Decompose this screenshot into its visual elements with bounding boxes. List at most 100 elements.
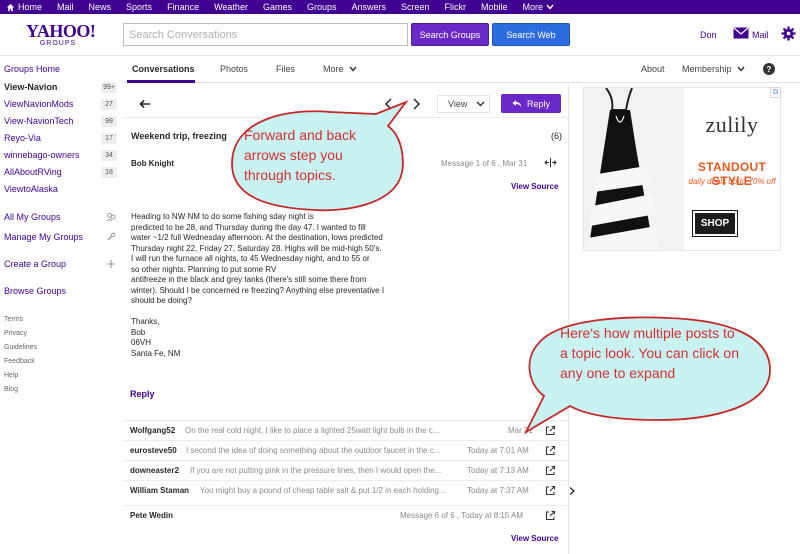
tab-files[interactable]: Files: [276, 64, 295, 74]
top-nav: Home Mail News Sports Finance Weather Ga…: [0, 0, 800, 14]
topnav-more-label: More: [522, 2, 544, 12]
post-author: eurosteve50: [130, 446, 177, 455]
share-icon[interactable]: [545, 510, 556, 521]
post-row[interactable]: William Staman You might buy a pound of …: [123, 480, 568, 500]
mail-link[interactable]: Mail: [752, 30, 769, 40]
post-time: Message 6 of 6 , Today at 8:15 AM: [400, 511, 524, 520]
share-icon[interactable]: [545, 445, 556, 456]
footer-link-feedback[interactable]: Feedback: [4, 358, 35, 365]
gear-icon[interactable]: [781, 26, 796, 41]
view-dropdown[interactable]: View: [437, 95, 490, 113]
reply-button[interactable]: Reply: [501, 94, 561, 113]
reply-link[interactable]: Reply: [130, 389, 155, 399]
post-author: William Staman: [130, 486, 190, 495]
chevron-down-icon: [546, 4, 554, 10]
topnav-groups[interactable]: Groups: [300, 0, 345, 14]
groups-icon: [106, 213, 116, 222]
footer-link-help[interactable]: Help: [4, 372, 18, 379]
topnav-flickr[interactable]: Flickr: [438, 0, 475, 14]
post-author: downeaster2: [130, 466, 179, 475]
sidebar-group-viewnavionmods[interactable]: ViewNavionMods: [4, 99, 73, 109]
share-icon[interactable]: [545, 485, 556, 496]
post-row[interactable]: eurosteve50 I second the idea of doing s…: [123, 440, 568, 460]
topnav-mail[interactable]: Mail: [50, 0, 82, 14]
callout-nav-text: Forward and back arrows step you through…: [244, 127, 357, 183]
zulily-ad[interactable]: zulily STANDOUT STYLE daily deals up to …: [583, 87, 781, 251]
post-time: Today at 7:37 AM: [467, 486, 529, 495]
group-count-badge: 18: [101, 167, 117, 178]
chevron-down-icon: [476, 101, 485, 107]
back-arrow-icon[interactable]: [139, 99, 151, 109]
sidebar-group-view-navion[interactable]: View-Navion: [4, 82, 57, 92]
post-author: Wolfgang52: [130, 426, 176, 435]
message-body: Heading to NW NM to do some fishing sday…: [131, 212, 385, 358]
view-source-link[interactable]: View Source: [511, 534, 558, 543]
sidebar-group-allaboutrving[interactable]: AllAboutRVing: [4, 167, 62, 177]
topnav-more[interactable]: More: [516, 0, 563, 14]
dress-image: [584, 88, 684, 250]
expand-icon[interactable]: [544, 157, 557, 168]
post-row[interactable]: Pete Wedin Message 6 of 6 , Today at 8:1…: [123, 505, 568, 525]
topnav-answers[interactable]: Answers: [344, 0, 394, 14]
help-icon[interactable]: ?: [763, 63, 775, 75]
footer-link-blog[interactable]: Blog: [4, 386, 18, 393]
browse-groups-link[interactable]: Browse Groups: [4, 286, 66, 296]
view-source-link[interactable]: View Source: [511, 182, 558, 191]
post-time: Today at 7:13 AM: [467, 466, 529, 475]
share-icon[interactable]: [545, 465, 556, 476]
sidebar-group-reyo-via[interactable]: Reyo-Via: [4, 133, 41, 143]
search-input[interactable]: [123, 23, 408, 46]
ad-subheadline: daily deals up to 70% off: [688, 177, 776, 186]
topnav-news[interactable]: News: [82, 0, 120, 14]
group-count-badge: 99+: [101, 82, 117, 93]
topnav-games[interactable]: Games: [256, 0, 300, 14]
groups-home-link[interactable]: Groups Home: [4, 64, 60, 74]
user-name-link[interactable]: Don: [700, 30, 717, 40]
topnav-home-label: Home: [18, 2, 43, 12]
membership-dropdown[interactable]: Membership: [682, 64, 745, 74]
all-my-groups-link[interactable]: All My Groups: [4, 212, 61, 222]
post-snippet: I second the idea of doing something abo…: [186, 446, 441, 455]
topnav-mobile[interactable]: Mobile: [474, 0, 516, 14]
topnav-home[interactable]: Home: [0, 0, 50, 14]
group-count-badge: 34: [101, 150, 117, 161]
yahoo-groups-logo[interactable]: YAHOO! GROUPS: [26, 22, 96, 48]
ad-shop-button[interactable]: SHOP: [692, 210, 738, 237]
manage-my-groups-link[interactable]: Manage My Groups: [4, 232, 83, 242]
post-row[interactable]: Wolfgang52 On the real cold night, I lik…: [123, 420, 568, 440]
post-author: Pete Wedin: [130, 511, 173, 520]
header: YAHOO! GROUPS Search Groups Search Web D…: [0, 14, 800, 56]
ad-choices-icon[interactable]: D: [770, 87, 781, 98]
reply-arrow-icon: [512, 100, 522, 107]
topnav-finance[interactable]: Finance: [160, 0, 207, 14]
view-dropdown-label: View: [448, 99, 468, 109]
post-row[interactable]: downeaster2 If you are not putting pink …: [123, 460, 568, 480]
search-web-button[interactable]: Search Web: [492, 23, 570, 46]
group-count-badge: 17: [101, 133, 117, 144]
wrench-icon: [107, 232, 116, 241]
sidebar-group-viewtoalaska[interactable]: ViewtoAlaska: [4, 184, 58, 194]
plus-icon[interactable]: [106, 259, 116, 269]
home-icon: [6, 3, 15, 11]
tab-about[interactable]: About: [641, 64, 665, 74]
next-topic-icon[interactable]: [410, 97, 422, 111]
topnav-sports[interactable]: Sports: [119, 0, 160, 14]
search-groups-button[interactable]: Search Groups: [411, 23, 489, 46]
tab-more[interactable]: More: [323, 64, 357, 74]
topnav-weather[interactable]: Weather: [207, 0, 256, 14]
chevron-down-icon: [737, 66, 745, 72]
topic-title: Weekend trip, freezing: [131, 131, 227, 141]
footer-link-privacy[interactable]: Privacy: [4, 330, 27, 337]
sidebar-group-view-naviontech[interactable]: View-NavionTech: [4, 116, 73, 126]
footer-link-terms[interactable]: Terms: [4, 316, 23, 323]
footer-link-guidelines[interactable]: Guidelines: [4, 344, 37, 351]
tab-conversations[interactable]: Conversations: [132, 64, 195, 74]
create-group-link[interactable]: Create a Group: [4, 259, 66, 269]
group-tabs: Conversations Photos Files More About Me…: [123, 56, 800, 83]
message-author[interactable]: Bob Knight: [131, 159, 174, 168]
tab-photos[interactable]: Photos: [220, 64, 248, 74]
sidebar-group-winnebago-owners[interactable]: winnebago-owners: [4, 150, 80, 160]
mail-icon[interactable]: [733, 27, 749, 39]
topnav-screen[interactable]: Screen: [394, 0, 438, 14]
chevron-right-icon[interactable]: [568, 486, 576, 496]
